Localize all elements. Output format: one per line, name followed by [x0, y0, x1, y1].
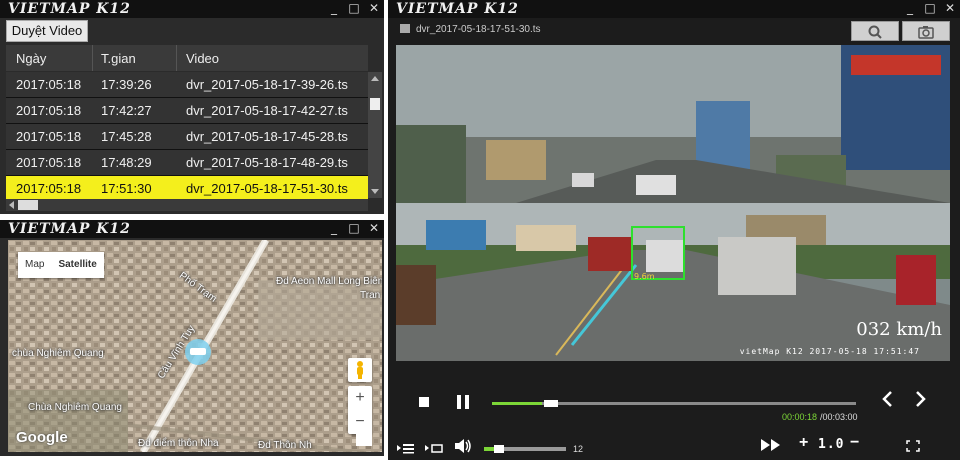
- row-time: 17:51:30: [101, 181, 152, 196]
- brand-logo: VIETMAP K12: [8, 1, 131, 17]
- current-filename: dvr_2017-05-18-17-51-30.ts: [416, 24, 541, 35]
- export-icon[interactable]: [424, 442, 444, 454]
- volume-thumb[interactable]: [493, 445, 504, 453]
- table-header: Ngày T.gian Video: [6, 45, 368, 71]
- video-player-window: VIETMAP K12 _ □ ✕ dvr_2017-05-18-17-51-3…: [388, 0, 960, 460]
- restore-icon[interactable]: □: [348, 221, 360, 235]
- list-titlebar: VIETMAP K12 _ □ ✕: [0, 0, 384, 18]
- google-logo: Google: [16, 429, 68, 446]
- row-date: 2017:05:18: [16, 155, 82, 170]
- row-time: 17:48:29: [101, 155, 152, 170]
- stop-button[interactable]: [418, 396, 430, 408]
- column-header-video[interactable]: Video: [186, 51, 219, 66]
- column-header-date[interactable]: Ngày: [16, 51, 46, 66]
- close-icon[interactable]: ✕: [944, 1, 956, 15]
- vertical-scrollbar[interactable]: [368, 72, 382, 198]
- row-date: 2017:05:18: [16, 181, 82, 196]
- brand-logo: VIETMAP K12: [396, 1, 519, 17]
- table-row[interactable]: 2017:05:18 17:48:29 dvr_2017-05-18-17-48…: [6, 150, 368, 176]
- map-label-thon-nha-2: Đd Thôn Nh: [258, 440, 312, 451]
- map-fullscreen-button[interactable]: [356, 430, 372, 446]
- fast-forward-icon[interactable]: [760, 438, 782, 452]
- search-icon: [868, 25, 882, 39]
- zoom-in-button[interactable]: +: [348, 386, 372, 410]
- row-time: 17:45:28: [101, 129, 152, 144]
- progress-fill: [492, 402, 542, 405]
- close-icon[interactable]: ✕: [368, 221, 380, 235]
- minimize-icon[interactable]: _: [328, 1, 340, 15]
- map-label-chua-1: chùa Nghiêm Quang: [12, 348, 104, 359]
- playback-speed: 1.0: [818, 437, 845, 452]
- dashcam-scene: 9.6m: [396, 45, 950, 361]
- speed-down-button[interactable]: −: [850, 434, 859, 452]
- video-table: 2017:05:18 17:39:26 dvr_2017-05-18-17-39…: [6, 72, 368, 202]
- camera-icon: [918, 26, 934, 39]
- row-file: dvr_2017-05-18-17-45-28.ts: [186, 129, 348, 144]
- video-frame[interactable]: 9.6m 032 km/h vietMap K12 2017-05-18 17:…: [396, 45, 950, 361]
- map-type-map[interactable]: Map: [18, 252, 51, 278]
- fullscreen-icon[interactable]: [906, 440, 920, 452]
- search-button[interactable]: [851, 21, 899, 41]
- row-file: dvr_2017-05-18-17-51-30.ts: [186, 181, 348, 196]
- pause-button[interactable]: [456, 394, 470, 410]
- map-label-aeon: Đd Aeon Mall Long Biên: [276, 276, 382, 287]
- current-file-title: dvr_2017-05-18-17-51-30.ts: [400, 24, 541, 35]
- snapshot-button[interactable]: [902, 21, 950, 41]
- row-file: dvr_2017-05-18-17-39-26.ts: [186, 77, 348, 92]
- film-icon: [400, 24, 410, 33]
- row-time: 17:39:26: [101, 77, 152, 92]
- map-window: VIETMAP K12 _ □ ✕ Map Satellite Phố Trạm…: [0, 220, 384, 456]
- map-type-control: Map Satellite: [18, 252, 104, 278]
- browse-video-button[interactable]: Duyệt Video: [6, 20, 88, 42]
- speed-up-button[interactable]: +: [799, 434, 808, 452]
- volume-slider[interactable]: [484, 445, 566, 453]
- player-titlebar: VIETMAP K12 _ □ ✕: [388, 0, 960, 18]
- horizontal-scrollbar[interactable]: [6, 199, 368, 211]
- minimize-icon[interactable]: _: [904, 1, 916, 15]
- osd-speed: 032 km/h: [856, 319, 942, 340]
- map-titlebar: VIETMAP K12 _ □ ✕: [0, 220, 384, 238]
- detection-distance-label: 9.6m: [634, 272, 655, 281]
- table-row[interactable]: 2017:05:18 17:39:26 dvr_2017-05-18-17-39…: [6, 72, 368, 98]
- next-icon[interactable]: [914, 390, 928, 408]
- row-date: 2017:05:18: [16, 129, 82, 144]
- table-row[interactable]: 2017:05:18 17:45:28 dvr_2017-05-18-17-45…: [6, 124, 368, 150]
- restore-icon[interactable]: □: [348, 1, 360, 15]
- volume-level: 12: [573, 444, 584, 454]
- total-time: /00:03:00: [820, 412, 858, 422]
- row-file: dvr_2017-05-18-17-48-29.ts: [186, 155, 348, 170]
- vertical-scroll-thumb[interactable]: [370, 98, 380, 110]
- playback-progress-bar[interactable]: [492, 400, 856, 407]
- minimize-icon[interactable]: _: [328, 221, 340, 235]
- row-time: 17:42:27: [101, 103, 152, 118]
- table-row[interactable]: 2017:05:18 17:42:27 dvr_2017-05-18-17-42…: [6, 98, 368, 124]
- row-date: 2017:05:18: [16, 103, 82, 118]
- map-type-satellite[interactable]: Satellite: [51, 252, 103, 278]
- list-import-icon[interactable]: [396, 442, 416, 454]
- brand-logo: VIETMAP K12: [8, 221, 131, 237]
- elapsed-time: 00:00:18: [782, 412, 818, 422]
- volume-icon[interactable]: [454, 438, 472, 454]
- satellite-map[interactable]: Map Satellite Phố Trạm Đd Aeon Mall Long…: [8, 240, 382, 452]
- progress-thumb[interactable]: [543, 400, 558, 407]
- zoom-control: + −: [348, 386, 372, 434]
- osd-timestamp: vietMap K12 2017-05-18 17:51:47: [739, 347, 920, 356]
- map-label-aeon-2: Tran: [360, 290, 381, 301]
- column-header-time[interactable]: T.gian: [101, 51, 136, 66]
- restore-icon[interactable]: □: [924, 1, 936, 15]
- previous-icon[interactable]: [880, 390, 894, 408]
- street-view-pegman-icon[interactable]: [348, 358, 372, 382]
- map-label-chua-2: Chùa Nghiêm Quang: [28, 402, 122, 413]
- close-icon[interactable]: ✕: [368, 1, 380, 15]
- map-label-thon-nha: Đd điểm thôn Nha: [138, 438, 219, 449]
- row-file: dvr_2017-05-18-17-42-27.ts: [186, 103, 348, 118]
- volume-fill: [484, 447, 494, 451]
- row-date: 2017:05:18: [16, 77, 82, 92]
- horizontal-scroll-thumb[interactable]: [18, 200, 38, 210]
- video-list-window: VIETMAP K12 _ □ ✕ Duyệt Video Ngày T.gia…: [0, 0, 384, 214]
